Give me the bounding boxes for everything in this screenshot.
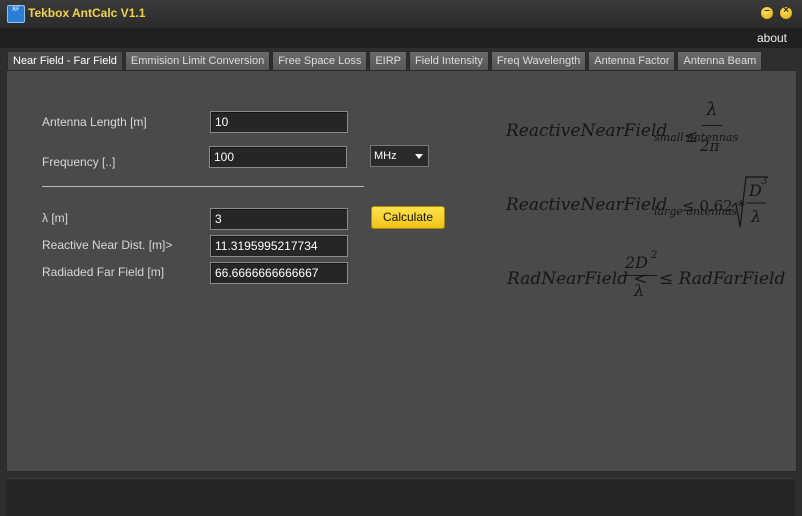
formula1-relation: ≤ — [684, 127, 699, 147]
formula3-denominator: λ — [634, 281, 645, 300]
formula2-numerator: D — [749, 181, 762, 200]
app-icon: RF — [7, 5, 25, 23]
tab-emission-limit-conversion[interactable]: Emmision Limit Conversion — [124, 51, 271, 71]
close-button[interactable]: × — [780, 5, 792, 19]
reactive-near-dist-label: Reactive Near Dist. [m]> — [42, 238, 173, 252]
lambda-label: λ [m] — [42, 211, 68, 225]
formula3-rhs: ≤ RadFarField — [659, 269, 786, 289]
minimize-button[interactable]: – — [761, 5, 773, 19]
status-bar — [6, 478, 795, 516]
chevron-down-icon — [415, 154, 423, 159]
formula1-denominator: 2π — [700, 137, 720, 155]
formula3-exponent: 2 — [651, 250, 658, 261]
radiated-far-field-label: Radiaded Far Field [m] — [42, 265, 165, 279]
tab-antenna-factor[interactable]: Antenna Factor — [588, 51, 676, 71]
reactive-near-dist-output[interactable]: 11.3195995217734 — [210, 235, 348, 257]
calculate-button[interactable]: Calculate — [371, 206, 445, 229]
formula2-denominator: λ — [751, 207, 762, 226]
radiated-far-field-output[interactable]: 66.6666666666667 — [210, 262, 348, 284]
tab-near-far-field[interactable]: Near Field - Far Field — [7, 51, 123, 71]
tab-bar: Near Field - Far Field Emmision Limit Co… — [7, 51, 763, 71]
antenna-length-input[interactable]: 10 — [210, 111, 348, 133]
formula3-lhs: RadNearField < — [507, 269, 648, 289]
tab-eirp[interactable]: EIRP — [369, 51, 408, 71]
near-far-field-panel: Antenna Length [m] 10 Frequency [..] 100… — [6, 70, 797, 472]
formula1-fraction-bar — [702, 125, 722, 126]
formula3-numerator: 2D — [625, 253, 649, 272]
lambda-input[interactable]: 3 — [210, 208, 348, 230]
formula2-lhs: ReactiveNearField — [506, 195, 668, 215]
frequency-unit-select[interactable]: MHz — [370, 145, 429, 167]
title-bar: RF Tekbox AntCalc V1.1 – × — [0, 0, 802, 28]
about-menu[interactable]: about — [757, 31, 787, 45]
window-title: Tekbox AntCalc V1.1 — [28, 6, 146, 20]
frequency-input[interactable]: 100 — [209, 146, 347, 168]
formula1-numerator: λ — [706, 99, 718, 120]
formula3-fraction-bar — [623, 275, 657, 276]
formula2-exponent: 3 — [761, 176, 768, 187]
antenna-length-label: Antenna Length [m] — [42, 115, 147, 129]
frequency-label: Frequency [..] — [42, 155, 116, 169]
menu-bar — [0, 28, 802, 48]
frequency-unit-value: MHz — [374, 150, 397, 162]
tab-field-intensity[interactable]: Field Intensity — [409, 51, 489, 71]
tab-free-space-loss[interactable]: Free Space Loss — [272, 51, 368, 71]
tab-freq-wavelength[interactable]: Freq Wavelength — [490, 51, 587, 71]
formula1-lhs: ReactiveNearField — [506, 121, 668, 141]
tab-antenna-beam[interactable]: Antenna Beam — [677, 51, 763, 71]
divider — [42, 186, 364, 187]
